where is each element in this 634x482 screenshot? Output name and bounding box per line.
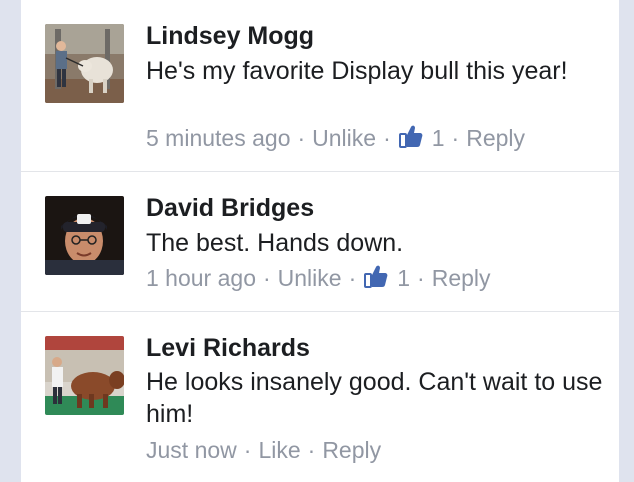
avatar[interactable] (45, 196, 124, 275)
unlike-button[interactable]: Unlike (278, 264, 342, 292)
comment-meta: 5 minutes ago · Unlike · 1 · Reply (146, 124, 525, 152)
like-count[interactable]: 1 (432, 124, 445, 152)
comment-meta: 1 hour ago · Unlike · 1 · Reply (146, 264, 491, 292)
comment-text: He looks insanely good. Can't wait to us… (146, 368, 603, 428)
unlike-button[interactable]: Unlike (312, 124, 376, 152)
separator: · (262, 265, 271, 291)
comment-text: He's my favorite Display bull this year! (146, 57, 568, 85)
separator: · (243, 437, 252, 463)
comment-author[interactable]: Levi Richards (146, 333, 310, 363)
reply-button[interactable]: Reply (322, 436, 381, 464)
separator: · (383, 125, 391, 151)
comment-meta: Just now · Like · Reply (146, 436, 381, 464)
comment-text: The best. Hands down. (146, 229, 404, 257)
separator: · (417, 265, 425, 291)
separator: · (297, 125, 306, 151)
separator: · (307, 437, 316, 463)
divider (21, 311, 619, 312)
thumbs-up-icon[interactable] (398, 123, 424, 149)
reply-button[interactable]: Reply (432, 264, 491, 292)
comment-timestamp[interactable]: 5 minutes ago (146, 124, 290, 152)
comment-timestamp[interactable]: 1 hour ago (146, 264, 256, 292)
separator: · (348, 265, 357, 291)
divider (21, 171, 619, 172)
comment-timestamp[interactable]: Just now (146, 436, 237, 464)
avatar[interactable] (45, 336, 124, 415)
avatar[interactable] (45, 24, 124, 103)
comments-panel: Lindsey Mogg He's my favorite Display bu… (21, 0, 619, 482)
comment-author[interactable]: David Bridges (146, 193, 314, 223)
like-count[interactable]: 1 (397, 264, 410, 292)
thumbs-up-icon[interactable] (363, 263, 389, 289)
reply-button[interactable]: Reply (466, 124, 525, 152)
separator: · (451, 125, 460, 151)
comment-author[interactable]: Lindsey Mogg (146, 21, 314, 51)
like-button[interactable]: Like (258, 436, 300, 464)
